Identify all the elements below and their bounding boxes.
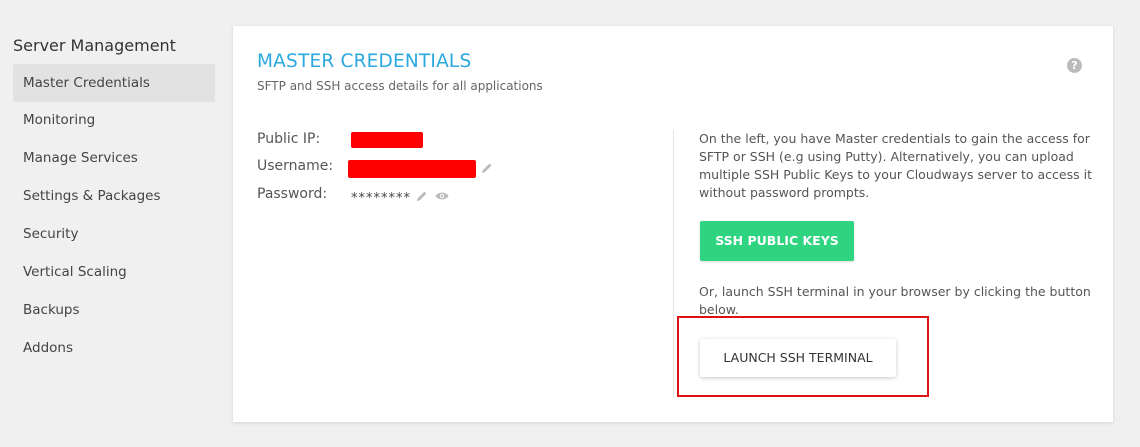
help-icon[interactable]: ? <box>1067 58 1082 73</box>
username-value-redacted <box>348 160 476 178</box>
sidebar-item-vertical-scaling[interactable]: Vertical Scaling <box>13 253 215 291</box>
password-value: ******** <box>351 191 411 206</box>
page-subtitle: SFTP and SSH access details for all appl… <box>257 79 543 93</box>
sidebar-item-backups[interactable]: Backups <box>13 291 215 329</box>
public-ip-value-redacted <box>351 132 423 148</box>
sidebar: Server Management Master Credentials Mon… <box>0 0 225 447</box>
edit-password-pencil-icon[interactable] <box>416 190 428 202</box>
launch-ssh-terminal-button[interactable]: LAUNCH SSH TERMINAL <box>700 339 896 377</box>
username-label: Username: <box>257 158 334 174</box>
launch-terminal-text: Or, launch SSH terminal in your browser … <box>699 284 1091 317</box>
ssh-public-keys-button[interactable]: SSH PUBLIC KEYS <box>700 221 854 261</box>
page-title: MASTER CREDENTIALS <box>257 51 472 72</box>
vertical-divider <box>673 130 674 398</box>
password-label: Password: <box>257 186 328 202</box>
sidebar-item-security[interactable]: Security <box>13 215 215 253</box>
sidebar-item-addons[interactable]: Addons <box>13 329 215 367</box>
sidebar-item-master-credentials[interactable]: Master Credentials <box>13 64 215 102</box>
sidebar-item-manage-services[interactable]: Manage Services <box>13 139 215 177</box>
sidebar-title: Server Management <box>13 36 176 55</box>
show-password-eye-icon[interactable] <box>435 191 449 201</box>
edit-username-pencil-icon[interactable] <box>481 162 493 174</box>
ssh-info-text: On the left, you have Master credentials… <box>699 131 1092 200</box>
sidebar-item-settings-packages[interactable]: Settings & Packages <box>13 177 215 215</box>
sidebar-item-monitoring[interactable]: Monitoring <box>13 101 215 139</box>
master-credentials-card: MASTER CREDENTIALS SFTP and SSH access d… <box>233 26 1113 422</box>
public-ip-label: Public IP: <box>257 131 321 147</box>
